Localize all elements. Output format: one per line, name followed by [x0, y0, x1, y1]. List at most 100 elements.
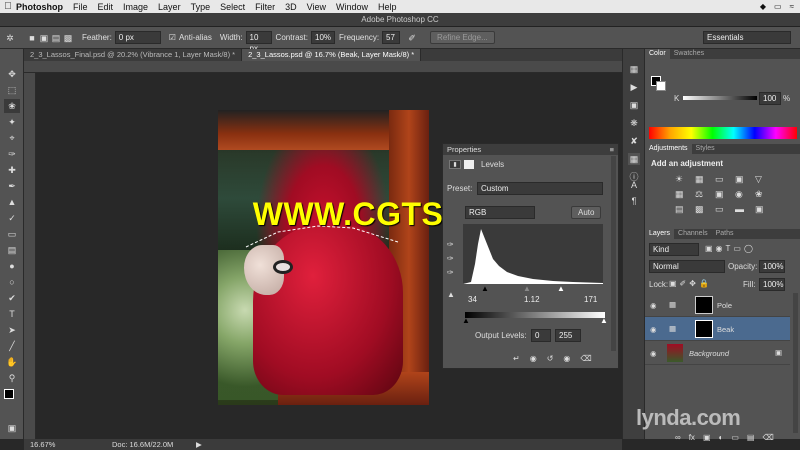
color-spectrum[interactable]: [649, 127, 797, 139]
paragraph-icon[interactable]: ¶: [628, 195, 640, 207]
battery-icon[interactable]: ▭: [774, 2, 782, 11]
navigator-icon[interactable]: ▣: [628, 99, 640, 111]
black-white-icon[interactable]: ▣: [715, 189, 731, 200]
status-menu-icon[interactable]: ▶: [196, 439, 202, 450]
reset-icon[interactable]: ↺: [547, 354, 554, 363]
visibility-eye-icon[interactable]: ◉: [650, 325, 657, 334]
tab-adjustments[interactable]: Adjustments: [645, 144, 692, 154]
app-menu[interactable]: Photoshop: [16, 2, 63, 12]
color-swatches-icon[interactable]: [4, 389, 20, 404]
menu-help[interactable]: Help: [378, 2, 397, 12]
vibrance-icon[interactable]: ▽: [755, 174, 771, 185]
posterize-icon[interactable]: ▩: [695, 204, 711, 215]
menu-type[interactable]: Type: [191, 2, 211, 12]
fill-field[interactable]: 100%: [759, 278, 785, 291]
hand-tool-icon[interactable]: ✋: [4, 355, 20, 369]
wifi-icon[interactable]: ≈: [790, 2, 794, 11]
menu-image[interactable]: Image: [123, 2, 148, 12]
curves-icon[interactable]: ▭: [715, 174, 731, 185]
brush-presets-icon[interactable]: ❋: [628, 117, 640, 129]
new-layer-icon[interactable]: ▤: [747, 433, 755, 442]
k-value-field[interactable]: 100: [759, 92, 781, 105]
crop-tool-icon[interactable]: ⌖: [4, 131, 20, 145]
layer-row-beak[interactable]: ◉ ▦ Beak: [645, 317, 790, 341]
zoom-level[interactable]: 16.67%: [30, 439, 55, 450]
fx-icon[interactable]: fx: [689, 433, 695, 442]
parrot-photo[interactable]: [218, 110, 429, 405]
pen-pressure-icon[interactable]: ✐: [406, 32, 418, 44]
output-white-arrow[interactable]: ▲: [600, 316, 608, 325]
add-selection-icon[interactable]: ▣: [38, 32, 50, 44]
opacity-field[interactable]: 100%: [759, 260, 785, 273]
panel-menu-icon[interactable]: ≡: [610, 144, 614, 155]
contrast-input[interactable]: 10%: [311, 31, 336, 44]
input-gamma-arrow[interactable]: ▲: [523, 284, 531, 293]
eyedropper-tool-icon[interactable]: ✑: [4, 147, 20, 161]
color-balance-icon[interactable]: ⚖: [695, 189, 711, 200]
channel-select[interactable]: RGB: [465, 206, 535, 219]
trash-icon[interactable]: ⌫: [580, 354, 591, 363]
layer-row-pole[interactable]: ◉ ▦ Pole: [645, 293, 790, 317]
visibility-icon[interactable]: ◉: [563, 354, 570, 363]
tab-layers[interactable]: Layers: [645, 229, 675, 239]
mask-icon[interactable]: [464, 160, 474, 169]
layer-filter-icons[interactable]: ▣◉T▭◯: [705, 244, 756, 253]
width-input[interactable]: 10 px: [245, 31, 272, 53]
frequency-input[interactable]: 57: [382, 31, 401, 44]
brightness-icon[interactable]: ☀: [675, 174, 691, 185]
menu-window[interactable]: Window: [336, 2, 368, 12]
clipping-icon[interactable]: ▲: [447, 290, 455, 299]
character-icon[interactable]: A: [628, 179, 640, 191]
lasso-tool-icon[interactable]: ❀: [4, 99, 20, 113]
tool-presets-icon[interactable]: ✘: [628, 135, 640, 147]
menu-edit[interactable]: Edit: [98, 2, 114, 12]
layers-scrollbar[interactable]: [793, 293, 798, 433]
threshold-icon[interactable]: ▭: [715, 204, 731, 215]
intersect-selection-icon[interactable]: ▩: [62, 32, 74, 44]
view-previous-icon[interactable]: ◉: [530, 354, 537, 363]
tab-lassos-final[interactable]: 2_3_Lassos_Final.psd @ 20.2% (Vibrance 1…: [24, 49, 243, 61]
levels-adj-icon[interactable]: ▦: [695, 174, 711, 185]
menu-filter[interactable]: Filter: [255, 2, 275, 12]
output-white-field[interactable]: 255: [555, 329, 581, 342]
horizontal-ruler[interactable]: [24, 61, 622, 73]
feather-input[interactable]: 0 px: [114, 31, 161, 44]
delete-layer-icon[interactable]: ⌫: [762, 433, 773, 442]
menu-select[interactable]: Select: [220, 2, 245, 12]
zoom-tool-icon[interactable]: ⚲: [4, 371, 20, 385]
gray-eyedropper-icon[interactable]: ✑: [447, 254, 454, 263]
tab-paths[interactable]: Paths: [712, 229, 738, 239]
blur-tool-icon[interactable]: ●: [4, 259, 20, 273]
visibility-eye-icon[interactable]: ◉: [650, 301, 657, 310]
tab-color[interactable]: Color: [645, 49, 670, 59]
menu-file[interactable]: File: [73, 2, 88, 12]
tab-swatches[interactable]: Swatches: [670, 49, 708, 59]
input-white-field[interactable]: 171: [581, 294, 603, 307]
tab-channels[interactable]: Channels: [674, 229, 712, 239]
blend-mode-select[interactable]: Normal: [649, 260, 725, 273]
apple-icon[interactable]: : [0, 1, 16, 12]
quick-mask-icon[interactable]: ▣: [4, 421, 20, 435]
tab-styles[interactable]: Styles: [692, 144, 719, 154]
actions-icon[interactable]: ▶: [628, 81, 640, 93]
line-tool-icon[interactable]: ╱: [4, 339, 20, 353]
menu-3d[interactable]: 3D: [285, 2, 297, 12]
add-mask-icon[interactable]: ▣: [703, 433, 711, 442]
properties-icon[interactable]: ▦: [628, 153, 640, 165]
input-white-arrow[interactable]: ▲: [557, 284, 565, 293]
new-adjustment-icon[interactable]: ◐: [719, 433, 724, 442]
tab-lassos[interactable]: 2_3_Lassos.psd @ 16.7% (Beak, Layer Mask…: [242, 49, 422, 61]
k-slider[interactable]: [683, 96, 757, 100]
properties-scrollbar[interactable]: [611, 156, 616, 351]
pen-tool-icon[interactable]: ✔: [4, 291, 20, 305]
layer-mask-thumb[interactable]: [695, 320, 713, 338]
marquee-tool-icon[interactable]: ⬚: [4, 83, 20, 97]
output-black-field[interactable]: 0: [531, 329, 551, 342]
channel-mixer-icon[interactable]: ❀: [755, 189, 771, 200]
refine-edge-button[interactable]: Refine Edge...: [430, 31, 495, 44]
path-selection-tool-icon[interactable]: ➤: [4, 323, 20, 337]
invert-icon[interactable]: ▤: [675, 204, 691, 215]
input-gamma-field[interactable]: 1.12: [521, 294, 547, 307]
layer-mask-thumb[interactable]: [695, 296, 713, 314]
menu-layer[interactable]: Layer: [158, 2, 181, 12]
